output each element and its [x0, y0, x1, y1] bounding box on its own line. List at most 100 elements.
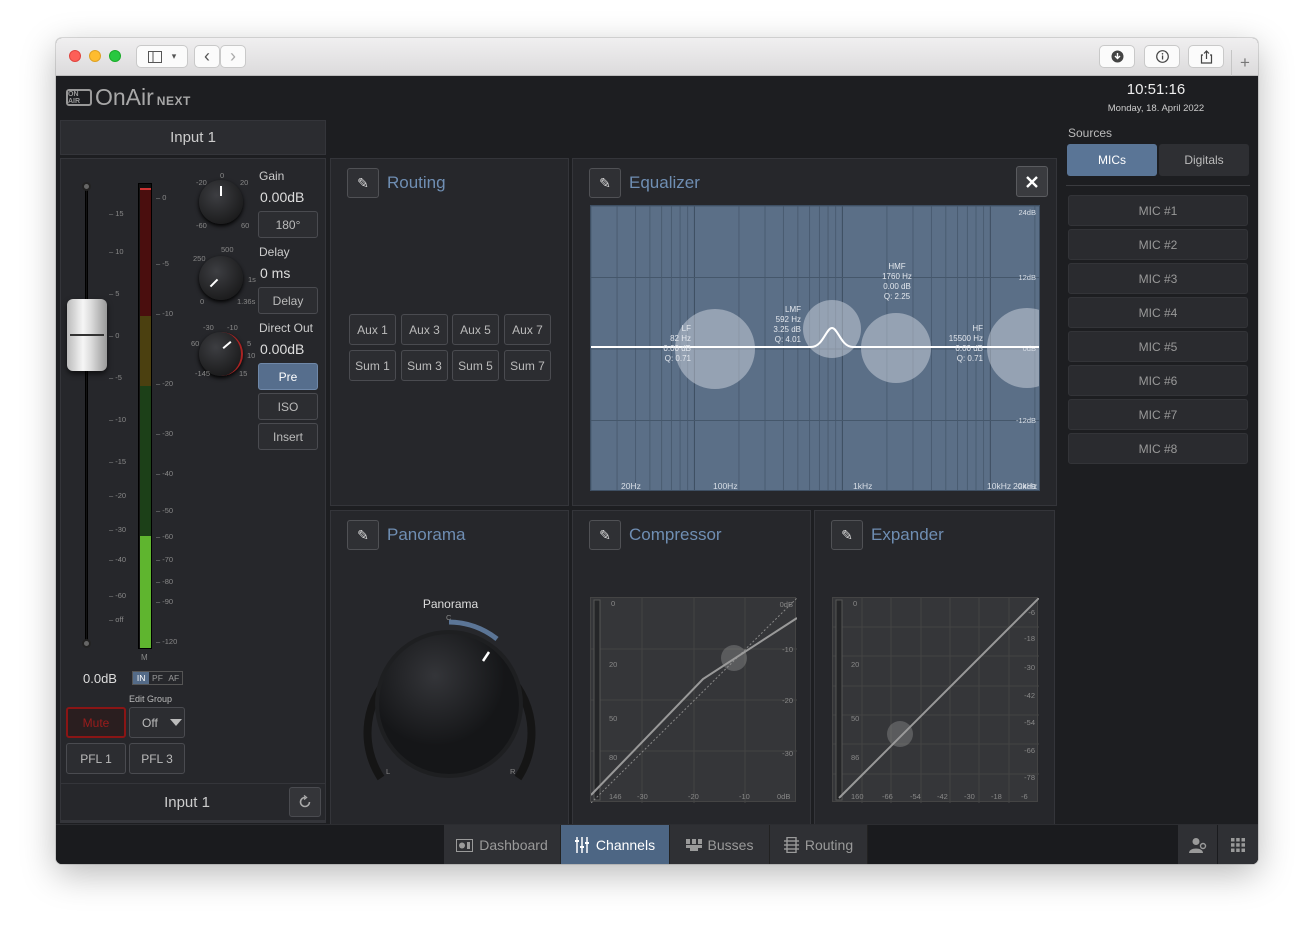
back-button[interactable]: ‹: [194, 45, 220, 68]
meter-scale-label: – -50: [156, 506, 174, 515]
close-window-button[interactable]: [69, 50, 81, 62]
expander-panel: ✎ Expander 0 20 50 86 160 -6 -18 -30 -42 …: [814, 510, 1055, 858]
reset-button[interactable]: [289, 787, 321, 817]
info-button[interactable]: [1144, 45, 1180, 68]
download-button[interactable]: [1099, 45, 1135, 68]
tab-routing[interactable]: Routing: [770, 825, 868, 864]
share-button[interactable]: [1188, 45, 1224, 68]
route-aux-1-button[interactable]: Aux 1: [349, 314, 396, 345]
fader-bottom-screw: [82, 639, 91, 648]
route-aux-5-button[interactable]: Aux 5: [452, 314, 499, 345]
pfl-3-button[interactable]: PFL 3: [129, 743, 185, 774]
source-mic-1[interactable]: MIC #1: [1068, 195, 1248, 226]
equalizer-panel: ✎ Equalizer 24dB 12dB 0dB -12dB -24dB 20H…: [572, 158, 1057, 506]
sources-tab-digitals[interactable]: Digitals: [1159, 144, 1249, 176]
route-sum-5-button[interactable]: Sum 5: [452, 350, 499, 381]
meter-scale-label: – -10: [156, 309, 174, 318]
meter-level-fill: [140, 536, 151, 648]
panorama-panel: ✎ Panorama Panorama C L R: [330, 510, 569, 858]
info-icon: [1155, 50, 1169, 63]
input-footer-title: Input 1: [164, 793, 210, 811]
level-meter: [138, 183, 152, 649]
source-mic-8[interactable]: MIC #8: [1068, 433, 1248, 464]
fader-scale-label: – 10: [109, 247, 124, 256]
input-title: Input 1: [170, 129, 216, 146]
route-aux-7-button[interactable]: Aux 7: [504, 314, 551, 345]
edit-group-label: Edit Group: [129, 694, 173, 704]
sidebar-toggle-button[interactable]: ▾: [136, 45, 188, 68]
download-icon: [1111, 50, 1123, 63]
edit-compressor-button[interactable]: ✎: [589, 520, 621, 550]
pencil-icon: ✎: [599, 174, 611, 191]
expander-title: Expander: [871, 525, 944, 544]
tab-dashboard[interactable]: Dashboard: [444, 825, 561, 864]
tab-busses[interactable]: Busses: [670, 825, 770, 864]
fader-scale-label: – 15: [109, 209, 124, 218]
onair-app: ON AIR OnAir NEXT 10:51:16 Monday, 18. A…: [56, 76, 1258, 864]
routing-icon: [783, 837, 799, 853]
compressor-graph[interactable]: 0 20 50 80 146 0dB -10 -20 -30 -30 -20 -…: [590, 597, 797, 803]
source-mic-6[interactable]: MIC #6: [1068, 365, 1248, 396]
iso-button[interactable]: ISO: [258, 393, 318, 420]
source-mic-7[interactable]: MIC #7: [1068, 399, 1248, 430]
forward-button[interactable]: ›: [220, 45, 246, 68]
fader-scale-label: – -40: [109, 555, 127, 564]
edit-group-select[interactable]: Off: [129, 707, 185, 738]
edit-equalizer-button[interactable]: ✎: [589, 168, 621, 198]
eq-graph[interactable]: 24dB 12dB 0dB -12dB -24dB 20Hz 100Hz 1kH…: [590, 205, 1040, 491]
edit-panorama-button[interactable]: ✎: [347, 520, 379, 550]
fader-handle[interactable]: [67, 299, 107, 371]
mode-af-button[interactable]: AF: [166, 672, 182, 684]
source-mic-3[interactable]: MIC #3: [1068, 263, 1248, 294]
route-sum-3-button[interactable]: Sum 3: [401, 350, 448, 381]
minimize-window-button[interactable]: [89, 50, 101, 62]
user-settings-button[interactable]: [1178, 825, 1217, 864]
source-mic-5[interactable]: MIC #5: [1068, 331, 1248, 362]
app-grid-button[interactable]: [1218, 825, 1258, 864]
zoom-window-button[interactable]: [109, 50, 121, 62]
meter-scale-label: – -5: [156, 259, 169, 268]
grid-icon: [1231, 838, 1245, 852]
panorama-knob-label: Panorama: [422, 597, 479, 611]
equalizer-title: Equalizer: [629, 173, 700, 192]
source-mic-2[interactable]: MIC #2: [1068, 229, 1248, 260]
delay-knob[interactable]: [199, 256, 243, 300]
edit-expander-button[interactable]: ✎: [831, 520, 863, 550]
source-mic-4[interactable]: MIC #4: [1068, 297, 1248, 328]
eq-band-lmf-info: LMF 592 Hz 3.25 dB Q: 4.01: [773, 305, 801, 344]
mode-pf-button[interactable]: PF: [149, 672, 165, 684]
close-equalizer-button[interactable]: [1016, 166, 1048, 197]
insert-button[interactable]: Insert: [258, 423, 318, 450]
new-tab-button[interactable]: +: [1231, 50, 1258, 76]
delay-label: Delay: [259, 245, 290, 259]
edit-routing-button[interactable]: ✎: [347, 168, 379, 198]
mode-in-button[interactable]: IN: [133, 672, 150, 684]
compressor-panel: ✎ Compressor 0 20 50 80 146 0dB -10 -20 -…: [572, 510, 811, 858]
sources-tab-mics[interactable]: MICs: [1067, 144, 1157, 176]
direct-out-label: Direct Out: [259, 321, 314, 335]
pre-button[interactable]: Pre: [258, 363, 318, 390]
panorama-dial[interactable]: [331, 611, 570, 801]
route-sum-7-button[interactable]: Sum 7: [504, 350, 551, 381]
expander-graph[interactable]: 0 20 50 86 160 -6 -18 -30 -42 -54 -66 -7…: [832, 597, 1039, 803]
fader-top-screw: [82, 182, 91, 191]
browser-titlebar: ▾ ‹ › +: [56, 38, 1258, 76]
fader-scale-label: – -20: [109, 491, 127, 500]
meter-scale-label: – 0: [156, 193, 167, 202]
refresh-icon: [299, 795, 311, 808]
route-sum-1-button[interactable]: Sum 1: [349, 350, 396, 381]
phase-180-button[interactable]: 180°: [258, 211, 318, 238]
pencil-icon: ✎: [841, 526, 853, 543]
input-title-bar: Input 1: [60, 120, 326, 155]
mute-button[interactable]: Mute: [66, 707, 126, 738]
meter-label: M: [141, 653, 148, 662]
chevron-down-icon: ▾: [171, 51, 177, 61]
fader-track[interactable]: [85, 187, 88, 642]
clock: 10:51:16: [1126, 81, 1186, 98]
route-aux-3-button[interactable]: Aux 3: [401, 314, 448, 345]
delay-button[interactable]: Delay: [258, 287, 318, 314]
tab-channels[interactable]: Channels: [561, 825, 670, 864]
pfl-1-button[interactable]: PFL 1: [66, 743, 126, 774]
pencil-icon: ✎: [357, 526, 369, 543]
routing-panel: ✎ Routing Aux 1 Aux 3 Aux 5 Aux 7 Sum 1 S…: [330, 158, 569, 506]
